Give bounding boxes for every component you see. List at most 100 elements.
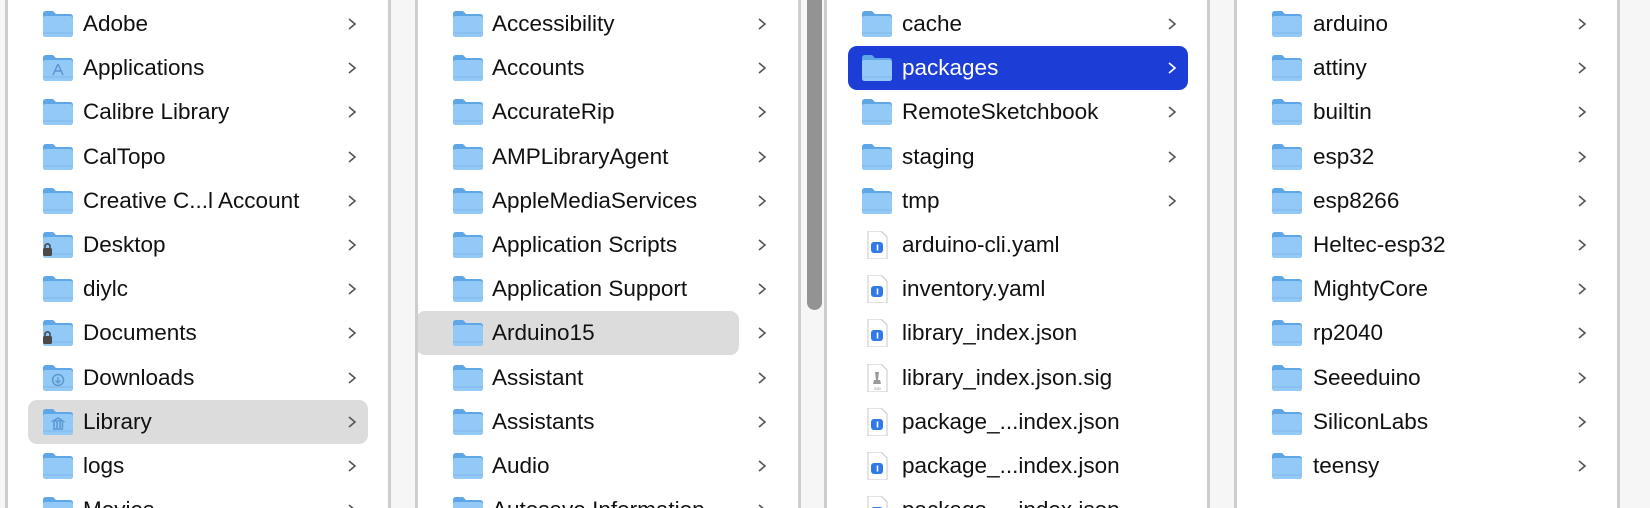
item-label: Application Scripts [492,232,678,257]
folder-row[interactable]: MightyCore [1237,267,1618,311]
chevron-right-icon [755,142,769,172]
folder-row[interactable]: cache [827,2,1208,46]
chevron-right-icon [755,318,769,348]
file-row[interactable]: package_...index.json [827,488,1208,508]
folder-row[interactable]: AppleMediaServices [418,179,799,223]
folder-locked-icon [42,319,74,347]
file-row[interactable]: arduino-cli.yaml [827,223,1208,267]
folder-icon [42,143,74,171]
folder-downloads-icon [42,364,74,392]
folder-row[interactable]: teensy [1237,444,1618,488]
folder-row[interactable]: CalTopo [8,135,389,179]
chevron-right-icon [1575,407,1589,437]
folder-row[interactable]: Calibre Library [8,90,389,134]
folder-icon [1271,364,1303,392]
folder-icon [1271,408,1303,436]
chevron-right-icon [1575,318,1589,348]
folder-icon [452,231,484,259]
file-row[interactable]: SIG library_index.json.sig [827,356,1208,400]
folder-row[interactable]: Library [8,399,389,444]
folder-icon [1271,98,1303,126]
folder-row[interactable]: Application Support [418,267,799,311]
folder-row[interactable]: rp2040 [1237,311,1618,355]
folder-row[interactable]: logs [8,444,389,488]
file-row[interactable]: package_...index.json [827,400,1208,444]
item-label: arduino [1313,11,1389,36]
file-row[interactable]: package_...index.json [827,444,1208,488]
folder-row[interactable]: Autosave Information [418,488,799,508]
folder-icon [42,452,74,480]
item-label: rp2040 [1313,320,1384,346]
chevron-right-icon [345,142,359,172]
column-resize-handle[interactable] [1207,0,1210,508]
folder-row[interactable]: Creative C...l Account [8,179,389,223]
item-label: tmp [902,187,940,213]
folder-row[interactable]: Arduino15 [418,311,799,356]
folder-row[interactable]: Accounts [418,46,799,90]
item-label: teensy [1313,453,1380,478]
chevron-right-icon [1575,97,1589,127]
folder-applications-icon [42,54,74,82]
folder-icon [452,364,484,392]
folder-row[interactable]: staging [827,135,1208,179]
item-label: AppleMediaServices [492,187,698,213]
folder-row[interactable]: attiny [1237,46,1618,90]
folder-row[interactable]: Accessibility [418,2,799,46]
file-row[interactable]: inventory.yaml [827,267,1208,311]
item-label: Library [83,408,152,434]
folder-icon [861,10,893,38]
folder-row[interactable]: arduino [1237,2,1618,46]
folder-row[interactable]: Heltec-esp32 [1237,223,1618,267]
folder-row[interactable]: Applications [8,46,389,90]
chevron-right-icon [345,407,359,437]
file-info-icon [861,451,893,481]
scrollbar-thumb[interactable] [807,0,822,310]
folder-row[interactable]: diylc [8,267,389,311]
chevron-right-icon [755,53,769,83]
file-info-icon [861,318,893,348]
folder-row[interactable]: tmp [827,179,1208,223]
column-resize-handle[interactable] [798,0,801,508]
item-label: arduino-cli.yaml [902,232,1060,257]
folder-row[interactable]: SiliconLabs [1237,400,1618,444]
item-label: Accounts [492,55,585,81]
folder-row[interactable]: AccurateRip [418,90,799,134]
folder-row[interactable]: Application Scripts [418,223,799,267]
folder-row[interactable]: esp8266 [1237,179,1618,223]
chevron-right-icon [755,97,769,127]
folder-icon [452,54,484,82]
folder-row[interactable]: Adobe [8,2,389,46]
file-row[interactable]: library_index.json [827,311,1208,355]
folder-row[interactable]: Assistant [418,356,799,400]
folder-row[interactable]: Downloads [8,356,389,400]
file-info-icon [861,407,893,437]
column-resize-handle[interactable] [1617,0,1620,508]
item-label: Accessibility [492,11,615,36]
folder-row[interactable]: Movies [8,488,389,508]
column-resize-handle[interactable] [388,0,391,508]
chevron-right-icon [1165,97,1179,127]
folder-icon [452,408,484,436]
folder-row[interactable]: Audio [418,444,799,488]
folder-row[interactable]: Desktop [8,223,389,267]
folder-row[interactable]: Seeeduino [1237,356,1618,400]
item-label: RemoteSketchbook [902,99,1099,125]
folder-row[interactable]: RemoteSketchbook [827,90,1208,134]
folder-icon [42,10,74,38]
folder-row[interactable]: Documents [8,311,389,355]
folder-row[interactable]: esp32 [1237,135,1618,179]
column-arduino15: cache packages RemoteSketchbook staging … [827,0,1208,508]
folder-row[interactable]: Assistants [418,400,799,444]
folder-row[interactable]: AMPLibraryAgent [418,135,799,179]
chevron-right-icon [345,363,359,393]
folder-row[interactable]: builtin [1237,90,1618,134]
folder-row[interactable]: packages [827,46,1208,91]
selection-highlight [848,46,1188,91]
folder-icon [1271,187,1303,215]
file-info-icon [861,495,893,508]
folder-icon [1271,319,1303,347]
folder-locked-icon [42,231,74,259]
chevron-right-icon [1165,9,1179,39]
chevron-right-icon [345,53,359,83]
svg-text:SIG: SIG [874,386,881,391]
